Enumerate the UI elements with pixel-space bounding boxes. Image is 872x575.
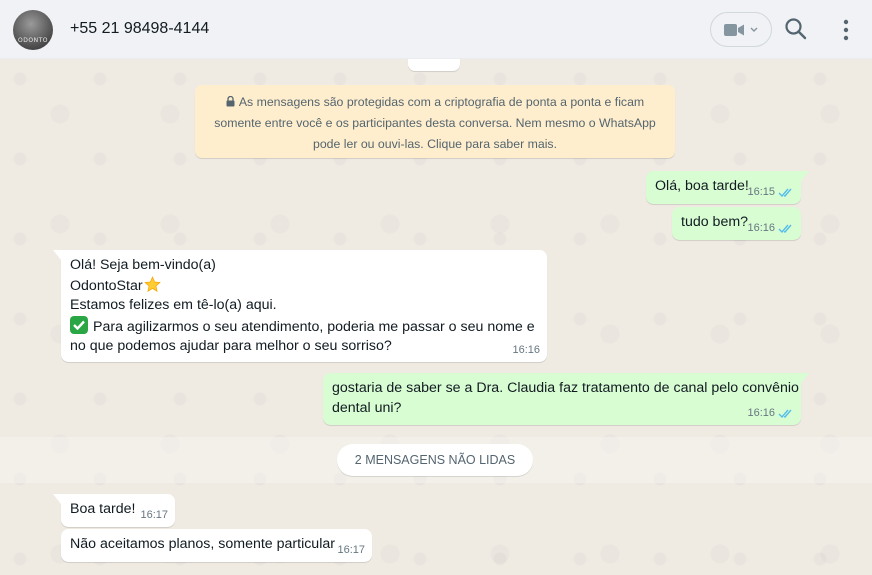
date-pill-stub	[408, 59, 460, 71]
message-time: 16:17	[140, 509, 168, 521]
message-outgoing[interactable]: gostaria de saber se a Dra. Claudia faz …	[323, 373, 809, 425]
message-line: dental uni?	[332, 399, 402, 416]
message-line: no que podemos ajudar para melhor o seu …	[70, 338, 392, 354]
double-check-icon	[778, 224, 792, 234]
double-check-icon	[778, 409, 792, 419]
message-time: 16:16	[747, 222, 775, 234]
menu-button[interactable]	[836, 16, 856, 44]
star-emoji-icon	[143, 275, 161, 292]
message-line: Para agilizarmos o seu atendimento, pode…	[70, 315, 538, 338]
message-line-text: Para agilizarmos o seu atendimento, pode…	[93, 318, 535, 335]
message-incoming[interactable]: Olá! Seja bem-vindo(a) OdontoStar Estamo…	[53, 250, 547, 362]
chat-area[interactable]: As mensagens são protegidas com a cripto…	[0, 59, 872, 575]
search-button[interactable]	[783, 16, 809, 42]
chevron-down-icon	[750, 27, 758, 32]
message-time: 16:15	[747, 186, 775, 198]
message-line-text: OdontoStar	[70, 277, 143, 294]
unread-divider: 2 MENSAGENS NÃO LIDAS	[0, 437, 872, 483]
encryption-line-3: pode ler ou ouvi-las. Clique para saber …	[312, 137, 558, 151]
lock-icon	[226, 96, 235, 107]
avatar-text: ODONTO	[18, 37, 48, 44]
message-line: Olá! Seja bem-vindo(a)	[70, 257, 216, 273]
message-meta: 16:17	[140, 508, 168, 523]
message-meta: 16:16	[512, 343, 540, 358]
message-time: 16:16	[512, 344, 540, 356]
encryption-line-1: As mensagens são protegidas com a cripto…	[205, 92, 665, 113]
message-outgoing[interactable]: Olá, boa tarde! 16:15	[646, 171, 809, 204]
encryption-text-1: As mensagens são protegidas com a cripto…	[238, 95, 645, 109]
message-incoming[interactable]: Não aceitamos planos, somente particular…	[61, 529, 372, 562]
message-text: Olá, boa tarde!	[655, 178, 749, 194]
message-line: OdontoStar	[70, 275, 538, 297]
avatar[interactable]: ODONTO	[13, 10, 53, 50]
chat-header: ODONTO +55 21 98498-4144	[0, 0, 872, 59]
message-text: tudo bem?	[681, 214, 749, 230]
message-text: Não aceitamos planos, somente particular	[70, 536, 335, 552]
message-outgoing[interactable]: tudo bem? 16:16	[672, 207, 801, 240]
contact-name[interactable]: +55 21 98498-4144	[70, 20, 209, 38]
message-meta: 16:16	[747, 221, 794, 236]
message-time: 16:16	[747, 407, 775, 419]
encryption-notice[interactable]: As mensagens são protegidas com a cripto…	[195, 85, 675, 158]
more-vertical-icon	[843, 19, 849, 41]
video-camera-icon	[724, 23, 744, 36]
check-mark-emoji-icon	[70, 315, 88, 334]
message-line: Estamos felizes em tê-lo(a) aqui.	[70, 297, 277, 313]
message-meta: 16:16	[747, 406, 794, 421]
message-line: gostaria de saber se a Dra. Claudia faz …	[332, 380, 799, 396]
message-incoming[interactable]: Boa tarde! 16:17	[53, 494, 175, 527]
double-check-icon	[778, 188, 792, 198]
video-call-button[interactable]	[710, 12, 772, 47]
search-icon	[785, 18, 807, 40]
message-meta: 16:15	[747, 185, 794, 200]
message-time: 16:17	[337, 544, 365, 556]
message-meta: 16:17	[337, 543, 365, 558]
message-text: Boa tarde!	[70, 501, 136, 517]
unread-messages-badge: 2 MENSAGENS NÃO LIDAS	[337, 444, 533, 476]
encryption-line-2: somente entre você e os participantes de…	[214, 116, 656, 130]
